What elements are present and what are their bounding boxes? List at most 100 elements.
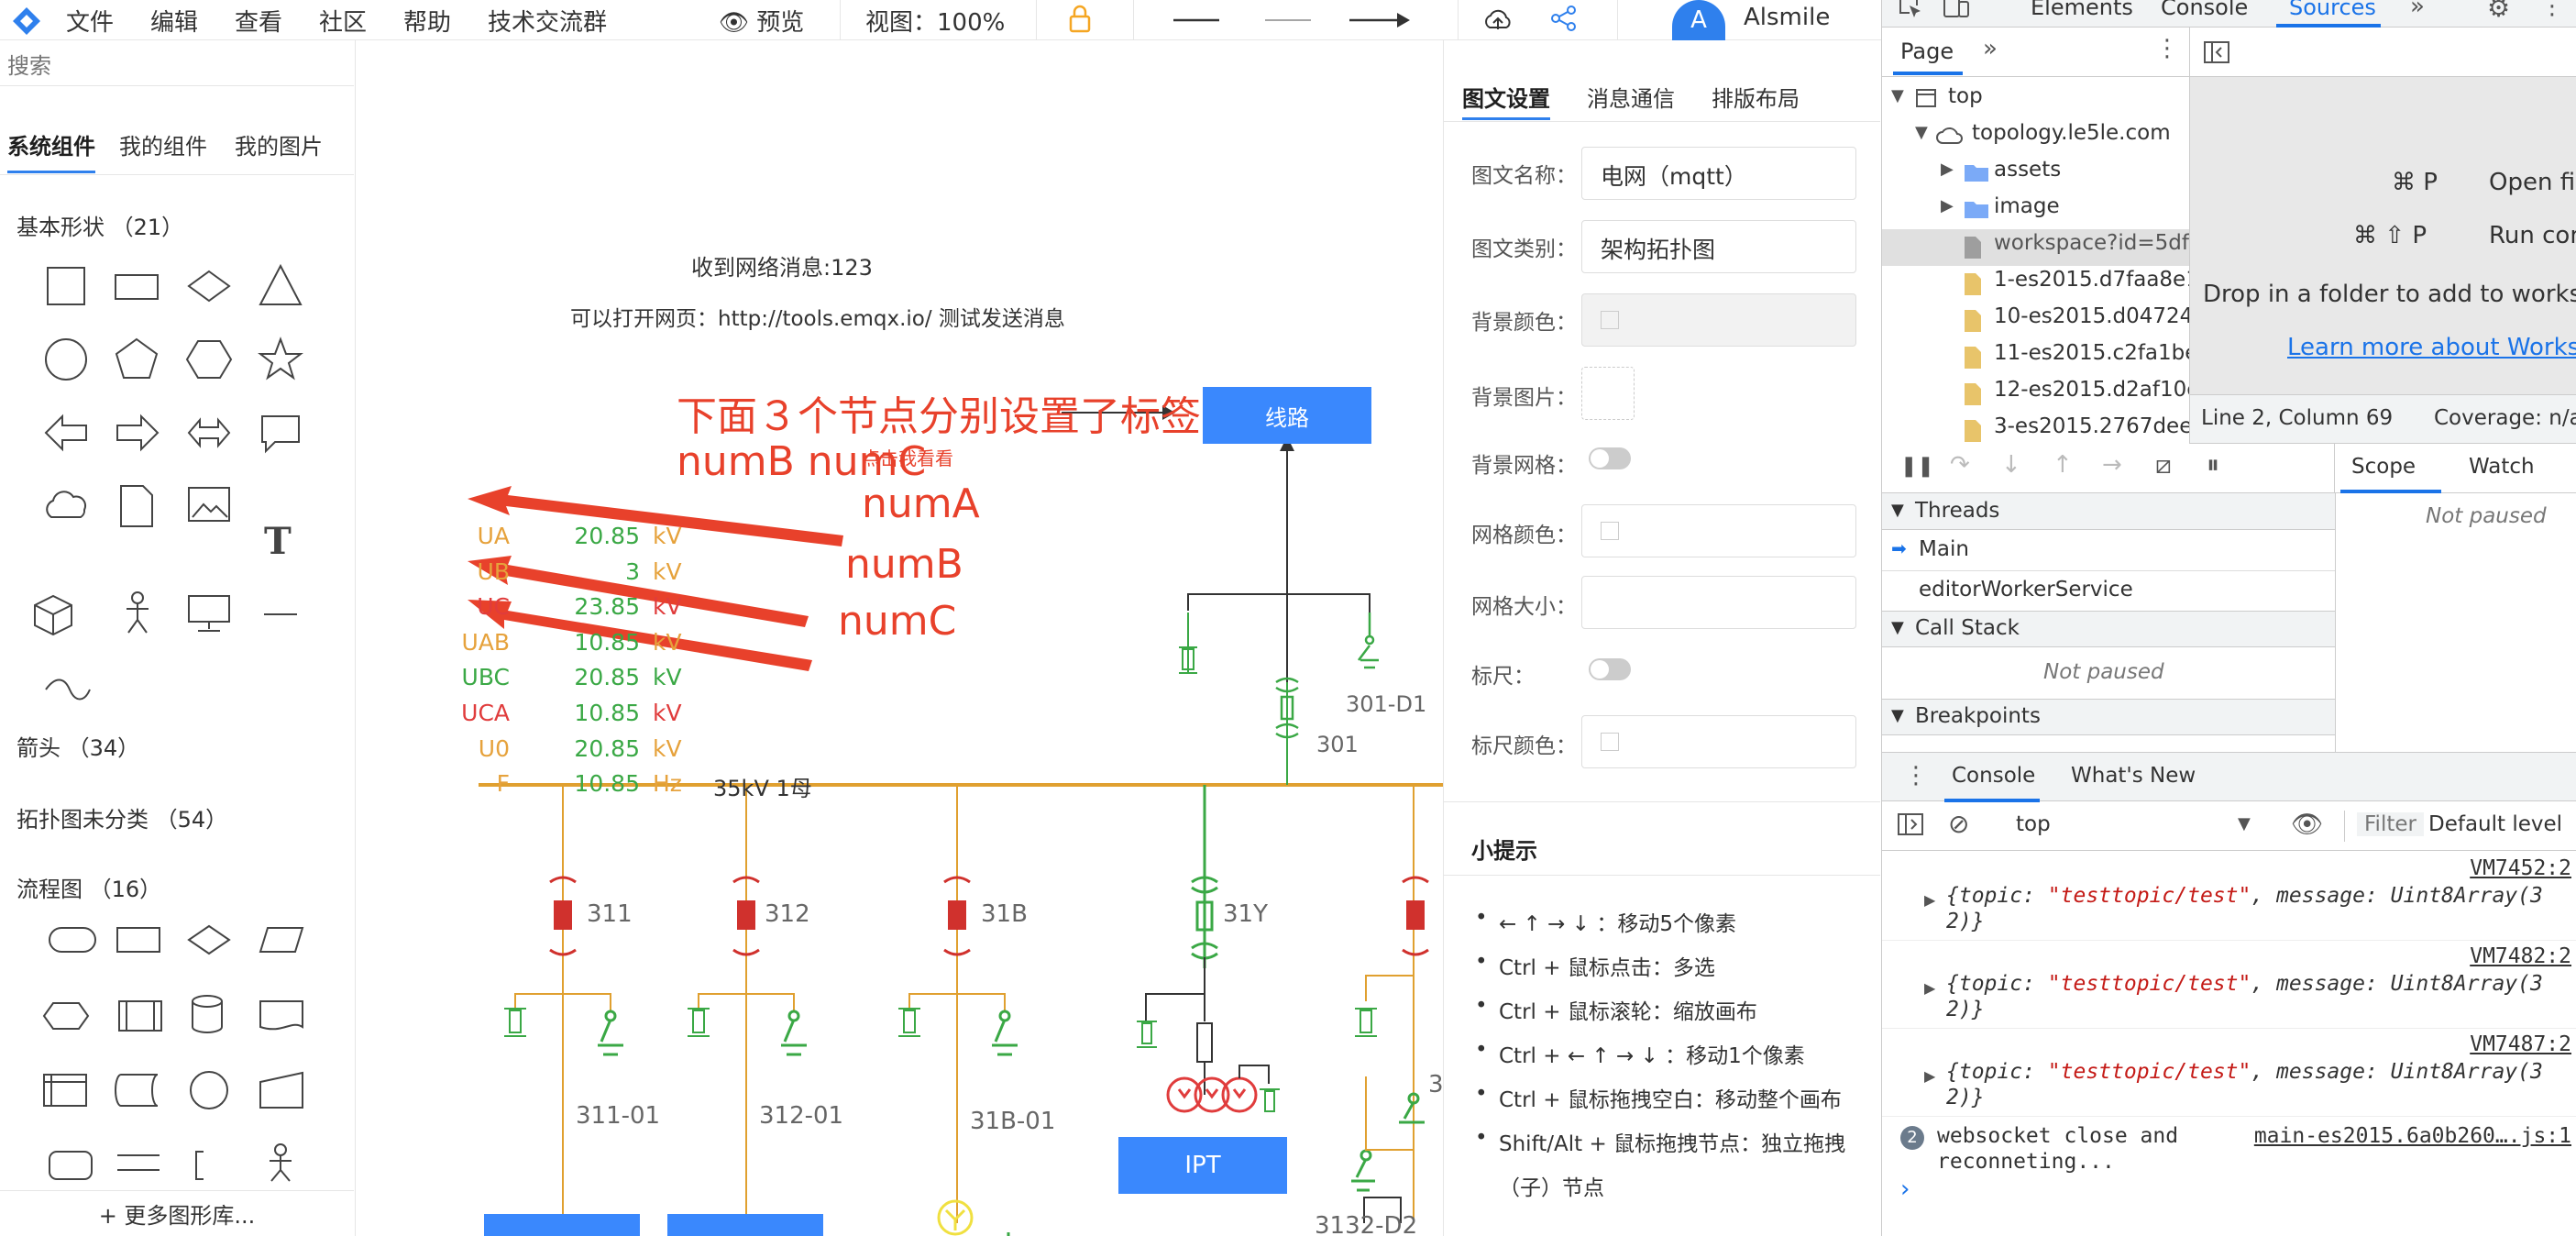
paper-shape-icon[interactable]: [259, 1000, 303, 1031]
ruler-color-picker[interactable]: [1581, 715, 1856, 768]
text-shape-icon[interactable]: T: [264, 520, 292, 563]
tab-my-images[interactable]: 我的图片: [235, 128, 323, 160]
page-tab[interactable]: Page: [1900, 39, 1954, 64]
yellow-meter-icon[interactable]: [937, 1199, 974, 1236]
tree-image[interactable]: image: [1994, 194, 2060, 218]
menu-tech-group[interactable]: 技术交流群: [488, 4, 607, 38]
step-icon[interactable]: →: [2102, 451, 2122, 479]
shortcut-run-command[interactable]: Run comma: [2489, 222, 2576, 249]
breakpoints-header[interactable]: Breakpoints: [1915, 704, 2041, 728]
tab-message-comm[interactable]: 消息通信: [1587, 81, 1675, 113]
wave-shape-icon[interactable]: [45, 679, 91, 701]
section-basic-shapes[interactable]: 基本形状 （21）: [17, 209, 183, 241]
expand-arrow-icon[interactable]: ▶: [1924, 1067, 1935, 1085]
call-stack-header[interactable]: Call Stack: [1915, 616, 2020, 640]
step-into-icon[interactable]: ↓: [2001, 451, 2021, 479]
breaker-31y[interactable]: [1191, 785, 1218, 968]
tab-my-components[interactable]: 我的组件: [119, 128, 207, 160]
websocket-log-entry[interactable]: 2 websocket close and reconneting... main-e…: [1882, 1120, 2576, 1194]
drawer-menu-icon[interactable]: ⋮: [1904, 762, 1928, 789]
ground-switch-3132-d2[interactable]: [1351, 1149, 1375, 1192]
section-flowchart[interactable]: 流程图 （16）: [17, 871, 161, 903]
line-arrow-icon[interactable]: [1349, 9, 1410, 31]
internal-storage-shape-icon[interactable]: [43, 1074, 87, 1107]
tab-elements[interactable]: Elements: [2031, 0, 2133, 20]
ground-switch-301-d1[interactable]: [1358, 612, 1379, 669]
breaker-right-edge[interactable]: [1402, 876, 1429, 956]
more-tabs-icon[interactable]: »: [2410, 0, 2425, 20]
database-shape-icon[interactable]: [192, 995, 223, 1033]
bracket-shape-icon[interactable]: [195, 1151, 204, 1180]
ruler-toggle[interactable]: [1589, 658, 1631, 680]
expand-arrow-icon[interactable]: ▶: [1924, 891, 1935, 909]
terminator-shape-icon[interactable]: [49, 927, 96, 953]
line-thin-icon[interactable]: [1265, 17, 1313, 24]
console-log-entry[interactable]: VM7452:2 ▶ {topic: "testtopic/test", messa…: [1882, 856, 2576, 941]
shortcut-open-file[interactable]: Open file: [2489, 169, 2576, 196]
arrow-right-shape-icon[interactable]: [116, 414, 160, 452]
navigator-menu-icon[interactable]: ⋮: [2155, 35, 2179, 62]
double-line-shape-icon[interactable]: [117, 1154, 160, 1171]
document-shape-icon[interactable]: [120, 485, 153, 527]
triangle-shape-icon[interactable]: [259, 263, 303, 305]
menu-community[interactable]: 社区: [319, 4, 367, 38]
data-shape-icon[interactable]: [259, 927, 304, 953]
log-source-link[interactable]: VM7482:2: [2470, 944, 2571, 968]
ground-switch-311-01[interactable]: [598, 1010, 623, 1056]
monitor-shape-icon[interactable]: [188, 595, 230, 623]
tree-domain[interactable]: topology.le5le.com: [1972, 121, 2171, 145]
watch-tab[interactable]: Watch: [2469, 455, 2535, 479]
search-input[interactable]: [0, 46, 354, 86]
sidebar-toggle-icon[interactable]: [1897, 812, 1924, 836]
square-shape-icon[interactable]: [47, 267, 85, 305]
threads-header[interactable]: Threads: [1915, 499, 1999, 523]
tree-top[interactable]: top: [1948, 84, 1983, 108]
share-icon[interactable]: [1549, 4, 1579, 33]
star-shape-icon[interactable]: [258, 337, 303, 381]
line-solid-icon[interactable]: [1173, 17, 1221, 24]
transformer-icon[interactable]: [1166, 1076, 1258, 1113]
more-navigators-icon[interactable]: »: [1983, 35, 1998, 62]
tree-file-12[interactable]: 12-es2015.d2af10c4: [1994, 378, 2189, 402]
section-arrows[interactable]: 箭头 （34）: [17, 730, 139, 762]
double-arrow-shape-icon[interactable]: [187, 417, 231, 448]
ground-switch-31b-01[interactable]: [992, 1010, 1018, 1056]
log-levels-dropdown[interactable]: Default level: [2428, 812, 2562, 836]
manual-input-shape-icon[interactable]: [259, 1071, 303, 1109]
tree-file-10[interactable]: 10-es2015.d04724c: [1994, 304, 2189, 328]
menu-help[interactable]: 帮助: [403, 4, 451, 38]
menu-edit[interactable]: 编辑: [150, 4, 198, 38]
bg-grid-toggle[interactable]: [1589, 447, 1631, 469]
toggle-navigator-icon[interactable]: [2203, 40, 2230, 64]
kebab-menu-icon[interactable]: ⋮: [2540, 0, 2564, 20]
drawer-console-tab[interactable]: Console: [1952, 764, 2035, 788]
grid-size-input[interactable]: [1581, 576, 1856, 629]
click-me-text[interactable]: 点击我看看: [862, 444, 953, 470]
cube-shape-icon[interactable]: [34, 594, 72, 636]
step-out-icon[interactable]: ↑: [2053, 451, 2073, 479]
tree-file-1[interactable]: 1-es2015.d7faa8e1c: [1994, 268, 2189, 292]
tree-file-11[interactable]: 11-es2015.c2fa1be5: [1994, 341, 2189, 365]
bg-image-upload[interactable]: [1581, 367, 1635, 420]
console-prompt-icon[interactable]: ›: [1900, 1175, 1910, 1203]
rounded-rect-shape-icon[interactable]: [49, 1151, 93, 1180]
menu-view[interactable]: 查看: [235, 4, 282, 38]
ground-switch-right-edge[interactable]: [1399, 1092, 1425, 1124]
preparation-shape-icon[interactable]: [42, 1002, 90, 1030]
image-shape-icon[interactable]: [188, 487, 230, 522]
thread-main[interactable]: Main: [1919, 537, 1969, 561]
logo-icon[interactable]: [11, 6, 42, 37]
zoom-level[interactable]: 视图：100%: [865, 4, 1005, 38]
line-button[interactable]: 线路: [1203, 387, 1371, 444]
person-shape-icon[interactable]: [131, 591, 144, 604]
tab-system-components[interactable]: 系统组件: [7, 128, 95, 160]
tab-console[interactable]: Console: [2161, 0, 2248, 20]
pause-on-exceptions-icon[interactable]: ⏸: [2207, 449, 2219, 480]
name-input[interactable]: 电网（mqtt）: [1581, 147, 1856, 200]
device-toggle-icon[interactable]: [1943, 0, 1970, 18]
decision-shape-icon[interactable]: [187, 924, 231, 955]
fuse-31y[interactable]: [1196, 1022, 1213, 1063]
log-source-link[interactable]: VM7487:2: [2470, 1032, 2571, 1056]
rectangle-shape-icon[interactable]: [115, 274, 159, 300]
lock-icon[interactable]: [1065, 4, 1095, 35]
